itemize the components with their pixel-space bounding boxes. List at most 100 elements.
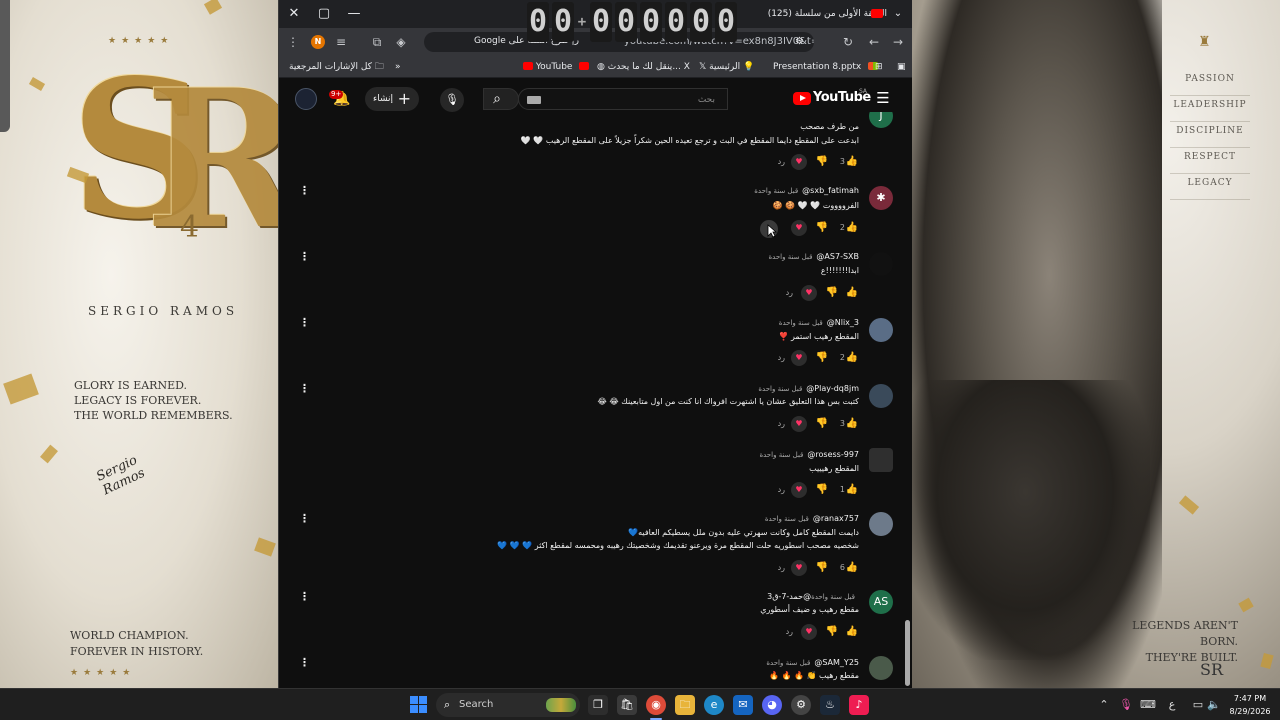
like-icon[interactable]: 👍 [845, 482, 859, 498]
guide-menu-icon[interactable]: ☰ [873, 88, 893, 108]
dislike-icon[interactable]: 👎 [815, 154, 829, 170]
settings-icon[interactable]: ⚙ [791, 695, 811, 715]
comment-avatar[interactable]: AS [869, 590, 893, 614]
comment-avatar[interactable] [869, 384, 893, 408]
like-icon[interactable]: 👍 [845, 285, 859, 301]
search-input[interactable]: بحث [518, 88, 728, 110]
forward-icon[interactable]: ← [862, 28, 886, 56]
reply-button[interactable]: رد [769, 154, 785, 170]
tray-overflow-icon[interactable]: ⌃ [1096, 696, 1112, 714]
bookmark-youtube[interactable]: YouTube [519, 56, 590, 78]
microphone-icon[interactable]: 🎙 [1118, 696, 1134, 714]
comment-more-icon[interactable]: ⋮ [299, 512, 310, 526]
network-icon[interactable]: ▭ [1190, 696, 1206, 714]
steam-icon[interactable]: ♨ [820, 695, 840, 715]
comment-author[interactable]: @SAM_Y25 [814, 658, 859, 667]
comment-more-icon[interactable]: ⋮ [299, 316, 310, 330]
tiktok-icon[interactable]: ♪ [849, 695, 869, 715]
tab-list-chevron-icon[interactable]: ⌄ [889, 0, 907, 28]
apps-grid-icon[interactable]: ⊞ [875, 56, 883, 78]
comment-time: قبل سنة واحدة [768, 253, 813, 261]
sidebar-icon[interactable]: ▣ [897, 56, 906, 78]
dislike-icon[interactable]: 👎 [825, 624, 839, 640]
comment-author[interactable]: @حمد-7-ق3 [767, 592, 811, 601]
dislike-icon[interactable]: 👎 [815, 482, 829, 498]
reload-icon[interactable]: ↻ [836, 28, 860, 56]
edge-icon[interactable]: e [704, 695, 724, 715]
dislike-icon[interactable]: 👎 [825, 285, 839, 301]
comment-author[interactable]: @rosess-997 [807, 450, 859, 459]
comment-avatar[interactable] [869, 656, 893, 680]
keyboard-icon[interactable] [527, 96, 541, 104]
discord-icon[interactable]: ◕ [762, 695, 782, 715]
task-view-icon[interactable]: ❐ [588, 695, 608, 715]
volume-icon[interactable]: 🔈 [1206, 696, 1222, 714]
reply-button[interactable]: رد [769, 482, 785, 498]
close-window-icon[interactable]: ✕ [279, 0, 309, 28]
minimize-window-icon[interactable]: — [339, 0, 369, 28]
comment-avatar[interactable]: J [869, 112, 893, 128]
comment-author[interactable]: @sxb_fatimah [802, 186, 859, 195]
dislike-icon[interactable]: 👎 [815, 560, 829, 576]
comment-more-icon[interactable]: ⋮ [299, 382, 310, 396]
comment-avatar[interactable] [869, 512, 893, 536]
keyboard-icon[interactable]: ⌨ [1140, 696, 1156, 714]
comment-more-icon[interactable]: ⋮ [299, 184, 310, 198]
youtube-logo[interactable]: YouTube [793, 90, 871, 108]
reply-button[interactable]: رد [769, 416, 785, 432]
tagline-line: THE WORLD REMEMBERS. [74, 409, 233, 422]
comment-avatar[interactable]: ✱ [869, 186, 893, 210]
account-avatar[interactable] [295, 88, 317, 110]
comment-avatar[interactable] [869, 252, 893, 276]
comment-avatar[interactable] [869, 448, 893, 472]
language-indicator[interactable]: ع [1164, 696, 1180, 714]
file-explorer-icon[interactable]: 🗀 [675, 695, 695, 715]
comment-author[interactable]: @Play-dq8jm [806, 384, 859, 393]
chrome-icon[interactable]: ◉ [646, 695, 666, 715]
page-scrollbar[interactable] [904, 112, 912, 688]
dislike-icon[interactable]: 👎 [815, 416, 829, 432]
profile-avatar[interactable]: N [311, 35, 325, 49]
crest-icon: ♜ [1198, 34, 1211, 50]
puzzle-icon[interactable]: ⧉ [365, 28, 389, 56]
comment-author[interactable]: @ranax757 [813, 514, 859, 523]
create-button[interactable]: إنشاء + [365, 87, 419, 111]
reply-button[interactable]: رد [777, 624, 793, 640]
voice-search-icon[interactable]: 🎙 [440, 88, 464, 112]
comment-author[interactable]: @AS7-SXB [816, 252, 859, 261]
scrollbar-thumb[interactable] [905, 620, 910, 686]
like-icon[interactable]: 👍 [845, 350, 859, 366]
like-icon[interactable]: 👍 [845, 154, 859, 170]
start-button[interactable] [410, 696, 428, 714]
extensions-icon[interactable]: ≡ [329, 28, 353, 56]
search-icon[interactable]: ⌕ [486, 88, 508, 110]
all-bookmarks-button[interactable]: كل الإشارات المرجعية 🗀 [289, 56, 384, 78]
dislike-icon[interactable]: 👎 [815, 350, 829, 366]
like-icon[interactable]: 👍 [845, 220, 859, 236]
bookmark-home[interactable]: 𝕏 الرئيسية 💡 [699, 56, 754, 78]
bookmarks-overflow-icon[interactable]: » [395, 56, 401, 78]
like-icon[interactable]: 👍 [845, 560, 859, 576]
comment-more-icon[interactable]: ⋮ [299, 250, 310, 264]
shield-icon[interactable]: ◈ [389, 28, 413, 56]
bookmark-x[interactable]: ◍ ينقل لك ما يحدث... X [597, 56, 690, 78]
like-icon[interactable]: 👍 [845, 416, 859, 432]
comment-avatar[interactable] [869, 318, 893, 342]
system-clock[interactable]: 7:47 PM 8/29/2026 [1226, 692, 1274, 718]
site-settings-icon[interactable]: ⚙ [795, 32, 804, 52]
back-icon[interactable]: → [886, 28, 910, 56]
bookmark-presentation[interactable]: Presentation 8.pptx [773, 56, 879, 78]
like-icon[interactable]: 👍 [845, 624, 859, 640]
reply-button[interactable]: رد [769, 560, 785, 576]
maximize-window-icon[interactable]: ▢ [309, 0, 339, 28]
comment-more-icon[interactable]: ⋮ [299, 656, 310, 670]
mail-icon[interactable]: ✉ [733, 695, 753, 715]
comment-more-icon[interactable]: ⋮ [299, 590, 310, 604]
browser-menu-icon[interactable]: ⋮ [281, 28, 305, 56]
store-icon[interactable]: 🛍 [617, 695, 637, 715]
reply-button[interactable]: رد [777, 285, 793, 301]
reply-button[interactable]: رد [769, 350, 785, 366]
comment-author[interactable]: @Nlix_3 [827, 318, 859, 327]
taskbar-search[interactable]: ⌕ Search [436, 693, 580, 717]
dislike-icon[interactable]: 👎 [815, 220, 829, 236]
